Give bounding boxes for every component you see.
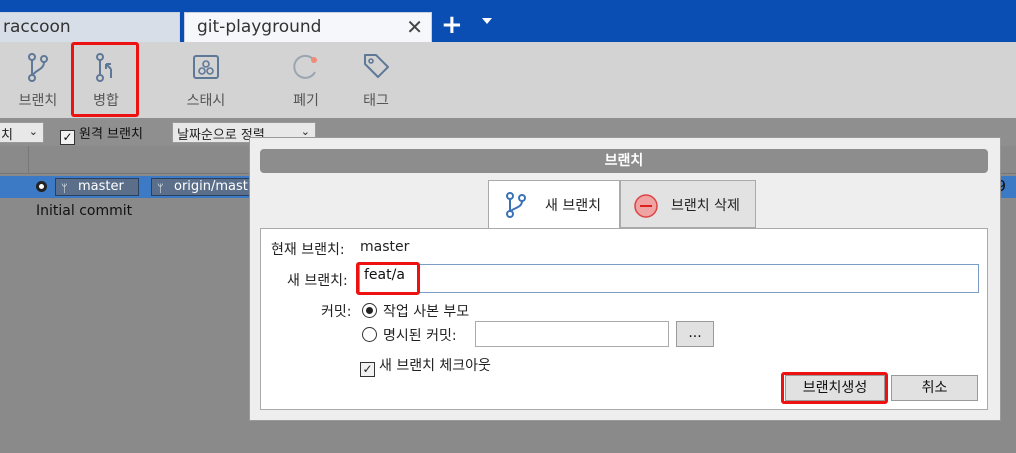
branch-icon: ᛘ (61, 182, 68, 195)
new-branch-label: 새 브랜치: (287, 273, 348, 289)
branch-dialog: 브랜치 새 브랜치 브랜치 삭제 현재 브랜치: master 새 브랜치: f… (249, 137, 1001, 421)
branch-filter-combo[interactable]: 치 ⌄ (0, 122, 44, 143)
stash-button[interactable]: 스태시 (176, 50, 236, 110)
tab-new-branch[interactable]: 새 브랜치 (488, 180, 620, 230)
current-branch-label: 현재 브랜치: (271, 242, 345, 258)
checkout-label: 새 브랜치 체크아웃 (379, 358, 491, 374)
checkbox-checked-icon: ✓ (360, 362, 375, 377)
tag-icon (364, 54, 389, 78)
checkout-checkbox[interactable]: ✓ 새 브랜치 체크아웃 (360, 355, 491, 377)
create-branch-highlight-box (781, 372, 888, 404)
discard-icon (293, 54, 317, 79)
new-branch-panel: 현재 브랜치: master 새 브랜치: feat/a 커밋: 작업 사본 부… (260, 228, 988, 410)
merge-highlight-box (71, 42, 139, 117)
commit-message[interactable]: Initial commit (36, 203, 132, 219)
radio-specified-commit[interactable] (362, 327, 377, 342)
remote-branches-label: 원격 브랜치 (79, 127, 143, 142)
new-branch-highlight-box (356, 262, 420, 295)
tab-label: git-playground (197, 17, 322, 37)
tool-label: 폐기 (293, 93, 319, 109)
tab-git-playground[interactable]: git-playground ✕ (184, 12, 432, 42)
new-branch-input[interactable]: feat/a (359, 264, 979, 293)
chevron-down-icon[interactable] (482, 18, 492, 24)
ref-badge-master[interactable]: ᛘ master (55, 178, 139, 196)
toolbar: 브랜치 병합 스태시 폐기 태그 (0, 42, 1016, 118)
ref-badge-origin-master[interactable]: ᛘ origin/mast (151, 178, 251, 196)
branch-icon (28, 53, 48, 82)
tab-label: 새 브랜치 (545, 198, 601, 214)
cancel-button[interactable]: 취소 (891, 375, 978, 401)
close-icon[interactable]: ✕ (406, 15, 423, 39)
stash-icon (193, 55, 219, 79)
chevron-down-icon: ⌄ (28, 125, 38, 138)
dialog-title: 브랜치 (260, 149, 988, 173)
specified-commit-input[interactable] (475, 321, 669, 347)
branch-filter-value: 치 (1, 128, 13, 143)
tab-bar: raccoon git-playground ✕ + (0, 0, 1016, 42)
radio-working-copy-parent[interactable] (362, 303, 377, 318)
tab-raccoon[interactable]: raccoon (0, 12, 180, 42)
branch-icon (506, 192, 526, 218)
ref-label: origin/mast (174, 179, 248, 194)
commit-label: 커밋: (321, 304, 352, 320)
column-divider (28, 146, 29, 174)
radio-working-copy-label: 작업 사본 부모 (383, 304, 470, 320)
current-branch-value: master (360, 239, 410, 255)
tool-label: 스태시 (186, 93, 226, 109)
radio-specified-commit-label: 명시된 커밋: (383, 328, 457, 344)
tab-label: 브랜치 삭제 (671, 198, 740, 214)
branch-button[interactable]: 브랜치 (8, 50, 68, 110)
add-tab-button[interactable]: + (441, 10, 463, 40)
tag-button[interactable]: 태그 (346, 50, 406, 110)
tab-delete-branch[interactable]: 브랜치 삭제 (620, 180, 756, 228)
branch-icon: ᛘ (157, 182, 164, 195)
ref-label: master (78, 179, 124, 194)
delete-icon (634, 194, 658, 218)
tool-label: 태그 (363, 93, 389, 109)
checkbox-checked-icon: ✓ (60, 130, 75, 145)
remote-branches-checkbox[interactable]: ✓ 원격 브랜치 (60, 123, 143, 145)
tool-label: 브랜치 (18, 93, 58, 109)
discard-button[interactable]: 폐기 (276, 50, 336, 110)
commit-node-icon (36, 181, 47, 192)
browse-commit-button[interactable]: ... (676, 321, 714, 347)
tab-label: raccoon (3, 17, 71, 37)
